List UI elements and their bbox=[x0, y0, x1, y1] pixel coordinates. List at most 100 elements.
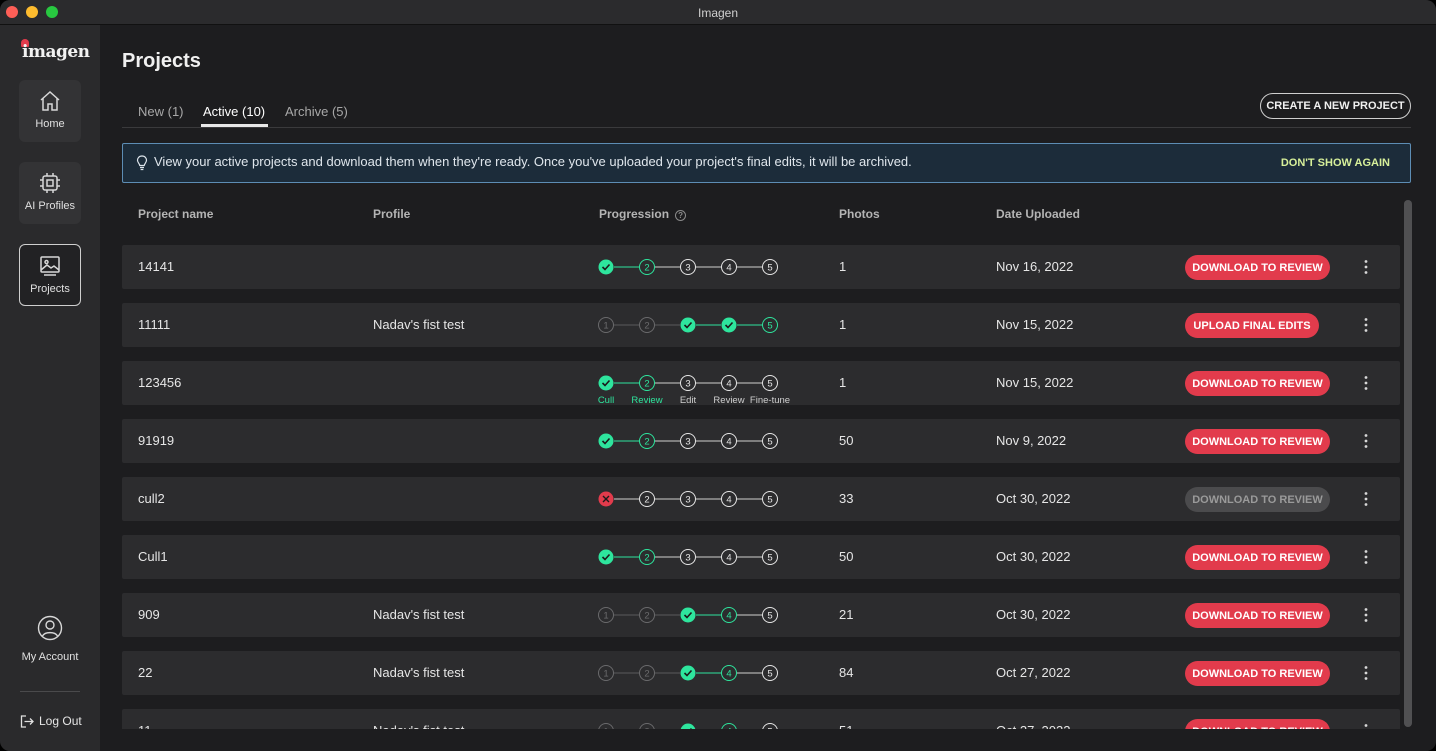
step-3-done bbox=[680, 665, 696, 681]
download-to-review-button[interactable]: DOWNLOAD TO REVIEW bbox=[1185, 255, 1330, 280]
photo-count: 1 bbox=[839, 375, 847, 390]
project-name: 11 bbox=[138, 723, 152, 729]
table-row[interactable]: 14141 1 Nov 16, 2022 2 3 4 5 DOWNLOAD TO REVIEW bbox=[122, 245, 1400, 289]
table-row[interactable]: 909 Nadav's fist test 21 Oct 30, 2022 1 2 4 5 DO… bbox=[122, 593, 1400, 637]
step-2-skipped: 2 bbox=[639, 317, 655, 333]
tab-archive[interactable]: Archive (5) bbox=[285, 104, 348, 128]
project-tabs: New (1) Active (10) Archive (5) bbox=[122, 100, 1411, 128]
main-content: Projects New (1) Active (10) Archive (5)… bbox=[100, 25, 1436, 751]
svg-text:4: 4 bbox=[726, 669, 731, 680]
step-2-skipped: 2 bbox=[639, 607, 655, 623]
more-options-icon[interactable] bbox=[1360, 721, 1372, 729]
header-photos[interactable]: Photos bbox=[839, 207, 880, 221]
table-header: Project name Profile Progression? Photos… bbox=[122, 203, 1402, 225]
tab-new[interactable]: New (1) bbox=[138, 104, 184, 128]
header-project-name[interactable]: Project name bbox=[138, 207, 213, 221]
svg-text:1: 1 bbox=[603, 611, 608, 622]
download-to-review-button[interactable]: DOWNLOAD TO REVIEW bbox=[1185, 661, 1330, 686]
sidebar-item-projects[interactable]: Projects bbox=[19, 244, 81, 306]
step-5-pending: 5 bbox=[762, 433, 778, 449]
svg-text:1: 1 bbox=[603, 727, 608, 730]
svg-text:1: 1 bbox=[603, 321, 608, 332]
my-account-button[interactable]: My Account bbox=[19, 615, 81, 664]
table-row[interactable]: 11 Nadav's fist test 51 Oct 27, 2022 1 2 4 5 DOW… bbox=[122, 709, 1400, 729]
photo-count: 84 bbox=[839, 665, 854, 680]
date-uploaded: Oct 30, 2022 bbox=[996, 549, 1071, 564]
svg-text:4: 4 bbox=[726, 727, 731, 730]
project-name: cull2 bbox=[138, 491, 165, 506]
more-options-icon[interactable] bbox=[1360, 489, 1372, 509]
project-profile: Nadav's fist test bbox=[373, 317, 465, 332]
header-profile[interactable]: Profile bbox=[373, 207, 410, 221]
step-4-pending: 4 bbox=[721, 491, 737, 507]
lightbulb-icon bbox=[136, 155, 148, 171]
sidebar-item-ai-profiles[interactable]: AI Profiles bbox=[19, 162, 81, 224]
step-4-pending: 4 bbox=[721, 259, 737, 275]
more-options-icon[interactable] bbox=[1360, 605, 1372, 625]
step-1-skipped: 1 bbox=[598, 665, 614, 681]
step-3-done bbox=[680, 607, 696, 623]
step-3-pending: 3 Edit bbox=[680, 375, 697, 406]
table-row[interactable]: 123456 1 Nov 15, 2022 Cull 2 Review 3 Edit 4 Revi… bbox=[122, 361, 1400, 406]
svg-text:5: 5 bbox=[767, 379, 772, 390]
step-5-pending: 5 bbox=[762, 607, 778, 623]
more-options-icon[interactable] bbox=[1360, 663, 1372, 683]
my-account-label: My Account bbox=[21, 651, 79, 663]
svg-text:2: 2 bbox=[644, 379, 649, 390]
progression-stepper: 1 2 5 bbox=[598, 317, 778, 333]
log-out-label: Log Out bbox=[39, 714, 82, 728]
step-5-pending: 5 bbox=[762, 665, 778, 681]
download-to-review-button[interactable]: DOWNLOAD TO REVIEW bbox=[1185, 545, 1330, 570]
log-out-button[interactable]: Log Out bbox=[20, 714, 82, 728]
step-1-skipped: 1 bbox=[598, 723, 614, 730]
photo-count: 51 bbox=[839, 723, 853, 729]
date-uploaded: Nov 16, 2022 bbox=[996, 259, 1074, 274]
svg-text:2: 2 bbox=[644, 437, 649, 448]
step-2-skipped: 2 bbox=[639, 723, 655, 729]
scrollbar-thumb[interactable] bbox=[1404, 200, 1412, 727]
download-to-review-button[interactable]: DOWNLOAD TO REVIEW bbox=[1185, 719, 1330, 729]
more-options-icon[interactable] bbox=[1360, 373, 1372, 393]
header-date-uploaded[interactable]: Date Uploaded bbox=[996, 207, 1080, 221]
table-row[interactable]: 91919 50 Nov 9, 2022 2 3 4 5 DOWNLOAD TO REVIEW bbox=[122, 419, 1400, 463]
step-5-pending: 5 bbox=[762, 723, 778, 729]
step-1-done bbox=[598, 259, 614, 275]
download-to-review-button[interactable]: DOWNLOAD TO REVIEW bbox=[1185, 487, 1330, 512]
sidebar-item-home[interactable]: Home bbox=[19, 80, 81, 142]
more-options-icon[interactable] bbox=[1360, 315, 1372, 335]
svg-text:2: 2 bbox=[644, 553, 649, 564]
dont-show-again-button[interactable]: DON'T SHOW AGAIN bbox=[1281, 157, 1390, 169]
chip-icon bbox=[40, 173, 60, 193]
table-row[interactable]: 11111 Nadav's fist test 1 Nov 15, 2022 1 2 5 UP… bbox=[122, 303, 1400, 347]
date-uploaded: Oct 30, 2022 bbox=[996, 491, 1071, 506]
more-options-icon[interactable] bbox=[1360, 431, 1372, 451]
progression-stepper: Cull 2 Review 3 Edit 4 Review 5 Fine-tune bbox=[598, 375, 790, 406]
table-scrollbar[interactable] bbox=[1404, 200, 1412, 727]
sidebar-divider bbox=[20, 691, 80, 692]
table-row[interactable]: Cull1 50 Oct 30, 2022 2 3 4 5 DOWNLOAD TO REVIE… bbox=[122, 535, 1400, 579]
step-2-current: 2 bbox=[639, 433, 655, 449]
svg-text:3: 3 bbox=[685, 263, 690, 274]
image-icon bbox=[40, 256, 60, 276]
create-new-project-button[interactable]: CREATE A NEW PROJECT bbox=[1260, 93, 1411, 119]
help-icon[interactable]: ? bbox=[675, 210, 687, 221]
photo-count: 1 bbox=[839, 259, 847, 274]
download-to-review-button[interactable]: DOWNLOAD TO REVIEW bbox=[1185, 371, 1330, 396]
step-4-pending: 4 bbox=[721, 433, 737, 449]
download-to-review-button[interactable]: DOWNLOAD TO REVIEW bbox=[1185, 603, 1330, 628]
step-2-skipped: 2 bbox=[639, 665, 655, 681]
more-options-icon[interactable] bbox=[1360, 257, 1372, 277]
date-uploaded: Nov 9, 2022 bbox=[996, 433, 1067, 448]
download-to-review-button[interactable]: DOWNLOAD TO REVIEW bbox=[1185, 429, 1330, 454]
upload-final-edits-button[interactable]: UPLOAD FINAL EDITS bbox=[1185, 313, 1319, 338]
sidebar-item-label: Home bbox=[35, 118, 65, 130]
svg-text:2: 2 bbox=[644, 495, 649, 506]
step-2-current: 2 Review bbox=[631, 375, 663, 406]
more-options-icon[interactable] bbox=[1360, 547, 1372, 567]
svg-text:4: 4 bbox=[726, 437, 731, 448]
table-row[interactable]: 22 Nadav's fist test 84 Oct 27, 2022 1 2 4 5 DOW… bbox=[122, 651, 1400, 695]
imagen-logo: imagen • bbox=[18, 39, 90, 63]
table-row[interactable]: cull2 33 Oct 30, 2022 2 3 4 5 DOWNLOAD TO REVIE… bbox=[122, 477, 1400, 521]
project-profile: Nadav's fist test bbox=[373, 665, 465, 680]
sidebar-item-label: AI Profiles bbox=[24, 200, 76, 212]
